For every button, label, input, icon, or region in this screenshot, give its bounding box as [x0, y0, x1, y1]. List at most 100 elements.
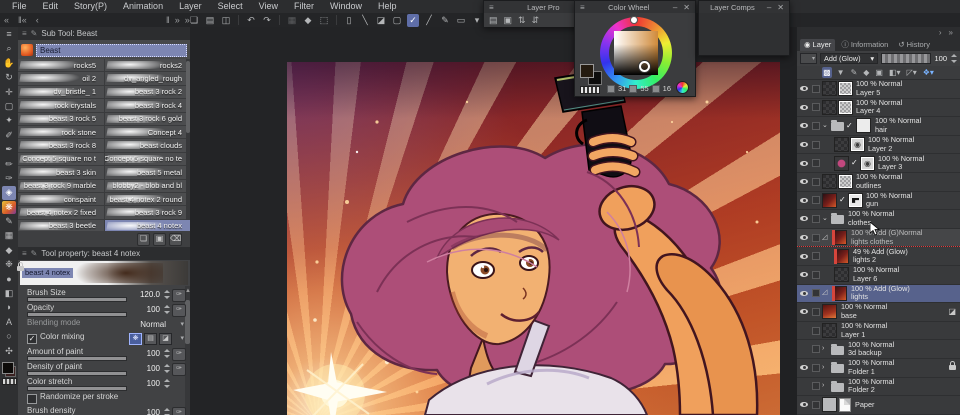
brush-item-right[interactable]: beast 3 rock 6 gold [104, 112, 190, 125]
menu-story-p[interactable]: Story(P) [66, 0, 115, 13]
brush-item-left[interactable]: beast 3 rock 9 marble [18, 180, 104, 192]
layer-thumbnail[interactable] [834, 267, 849, 283]
eye-icon[interactable] [800, 235, 808, 241]
tool-panel-menu-icon[interactable]: ≡ [2, 28, 16, 41]
select-cell[interactable] [811, 400, 820, 409]
operation-tool[interactable]: ✣ [2, 345, 16, 358]
panel-menu-icon[interactable]: ≡ [579, 3, 586, 12]
lock-transparent-icon[interactable]: ▼ [836, 67, 846, 78]
brush-item-left[interactable]: beast 3 skin [18, 166, 104, 178]
save-icon[interactable]: ◫ [220, 14, 232, 27]
nav-prev-icon[interactable]: ‹ [36, 15, 39, 25]
merge-icon[interactable]: ⇵ [532, 15, 540, 26]
select-cell[interactable] [811, 270, 820, 279]
custom-brush-tool[interactable]: ❋ [2, 200, 16, 215]
property-spinner[interactable] [163, 290, 170, 299]
blend-tool[interactable]: ❉ [2, 258, 16, 271]
panel-menu-icon[interactable]: ≡ [22, 249, 27, 258]
hand-tool[interactable]: ✋ [2, 57, 16, 70]
open-file-icon[interactable]: ▤ [204, 14, 216, 27]
eye-icon[interactable] [800, 197, 808, 203]
visibility-cell[interactable] [799, 365, 809, 371]
alpha-lock-icon[interactable]: ▣ [874, 67, 884, 78]
brush-item-left[interactable]: beast 4 notex 2 fixed [18, 206, 104, 218]
visibility-cell[interactable] [799, 253, 809, 259]
layer-mask-thumbnail[interactable] [860, 155, 875, 171]
chevron-down-icon[interactable]: ▾ [180, 320, 184, 328]
eye-icon[interactable] [800, 179, 808, 185]
layer-thumbnail[interactable] [856, 118, 871, 134]
layer-checkbox[interactable] [811, 252, 820, 261]
layer-checkbox[interactable] [811, 196, 820, 205]
layer-checkbox[interactable] [811, 84, 820, 93]
gradient-tool[interactable]: ◧ [2, 287, 16, 300]
brush-item-left[interactable]: beast 3 rock 8 [18, 139, 104, 151]
select-cell[interactable] [811, 326, 820, 335]
property-spinner[interactable] [163, 363, 170, 373]
main-color-swatches[interactable] [2, 361, 16, 377]
layer-row-gun[interactable]: ✓ 100 % Normal gun [797, 192, 960, 211]
visibility-cell[interactable] [799, 272, 809, 278]
new-file-icon[interactable]: ❏ [188, 14, 200, 27]
copy-icon[interactable]: ▦ [286, 14, 298, 27]
duplicate-layer-icon[interactable]: ▣ [504, 15, 513, 26]
unlock-icon[interactable] [17, 262, 24, 271]
eye-icon[interactable] [800, 142, 808, 148]
caret-down-icon[interactable]: ⌄ [822, 122, 829, 130]
fill-tool[interactable]: ● [2, 273, 16, 286]
eye-icon[interactable] [800, 365, 808, 371]
property-slider[interactable] [27, 311, 127, 317]
canvas-artwork[interactable] [287, 62, 781, 415]
brush-item-left[interactable]: Concept 5 square no t [18, 153, 104, 165]
blend-mode-select[interactable]: Add (Glow) ▾ [820, 53, 878, 64]
menu-help[interactable]: Help [370, 0, 405, 13]
ruler-icon[interactable]: ◸▾ [906, 67, 918, 78]
layer-comps-header[interactable]: Layer Comps – ✕ [699, 1, 789, 13]
brush-item-right[interactable]: dv_angled_rough [104, 72, 190, 85]
select-cell[interactable] [811, 345, 820, 354]
select-cell[interactable] [811, 307, 820, 316]
nav-prev-group-icon[interactable]: ‖« [18, 15, 27, 25]
menu-layer[interactable]: Layer [171, 0, 210, 13]
visibility-cell[interactable] [799, 216, 809, 222]
brush-item-right[interactable]: beast 3 rock 2 [104, 85, 190, 99]
layer-mask-icon[interactable]: ◧▾ [888, 67, 902, 78]
duplicate-subtool-icon[interactable]: ▣ [153, 232, 166, 246]
brush-item-right[interactable]: beast 3 rock 4 [104, 99, 190, 112]
property-slider[interactable] [27, 385, 127, 391]
eye-icon[interactable] [800, 216, 808, 222]
brush-item-left[interactable]: beast 3 beetle [18, 220, 104, 231]
mix-mode-1-icon[interactable]: ❋ [129, 333, 142, 346]
layer-mask-thumbnail[interactable] [838, 81, 853, 97]
nav-next-group-icon[interactable]: » [175, 15, 180, 25]
zoom-tool[interactable]: ⌕ [2, 42, 16, 55]
layer-mask-thumbnail[interactable] [838, 99, 853, 115]
dynamics-button[interactable]: ✑ [172, 303, 186, 317]
pen-tool[interactable]: ✒ [2, 143, 16, 156]
brush-item-left[interactable]: dv_bristle_ 1 [18, 86, 104, 98]
layer-thumbnail[interactable] [832, 285, 847, 301]
layer-checkbox[interactable] [811, 307, 820, 316]
eraser-tool[interactable]: ◆ [2, 244, 16, 257]
sv-marker[interactable] [639, 61, 650, 72]
property-value[interactable]: Normal [140, 320, 166, 329]
eye-icon[interactable] [800, 253, 808, 259]
invert-select-icon[interactable]: ◪ [375, 14, 387, 27]
select-cell[interactable] [811, 103, 820, 112]
select-cell[interactable] [811, 363, 820, 372]
visibility-cell[interactable] [799, 160, 809, 166]
edit-line-icon[interactable]: ✎ [439, 14, 451, 27]
menu-select[interactable]: Select [210, 0, 251, 13]
layer-row-hair[interactable]: ⌄ ✓ 100 % Normal hair [797, 117, 960, 136]
dynamics-button[interactable]: ✑ [172, 348, 186, 362]
property-checkbox[interactable]: ✓ [27, 334, 37, 345]
layer-checkbox[interactable] [811, 121, 820, 130]
layer-row-outlines[interactable]: 100 % Normal outlines [797, 173, 960, 192]
layer-checkbox[interactable] [811, 103, 820, 112]
layer-thumbnail[interactable] [832, 230, 847, 246]
menu-window[interactable]: Window [322, 0, 370, 13]
brush-item-right[interactable]: beast 4 notex [104, 219, 190, 231]
menu-view[interactable]: View [251, 0, 286, 13]
eye-icon[interactable] [800, 272, 808, 278]
eye-icon[interactable] [800, 123, 808, 129]
